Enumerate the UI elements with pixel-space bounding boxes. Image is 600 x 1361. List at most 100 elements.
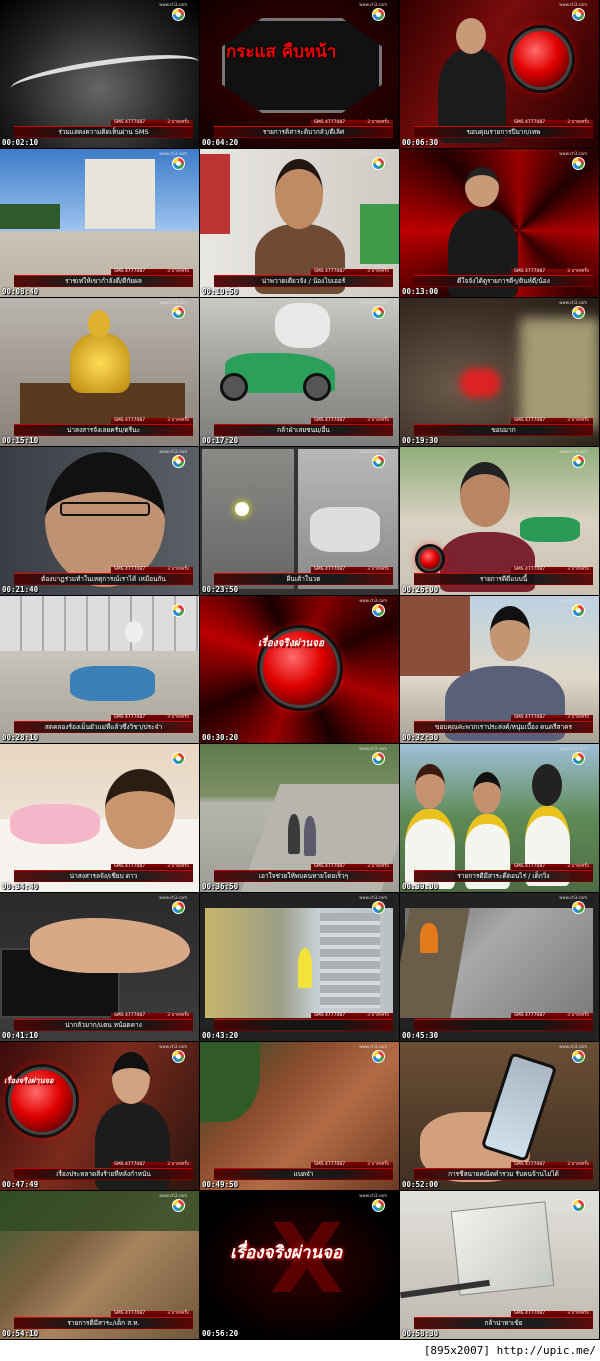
lower-third: SMS 4777087 3 บาท/ครั้ง ร่วมแสดงความคิดเห็… <box>14 119 193 140</box>
site-url: www.ch3.com <box>559 1044 587 1050</box>
timestamp: 00:47:49 <box>2 1180 39 1190</box>
viewer-comment-ticker: ร่วมแสดงความคิดเห็นผ่าน SMS <box>14 125 193 138</box>
timestamp: 00:08:40 <box>2 286 39 296</box>
video-thumbnail: www.ch3.com SMS 4777087 3 บาท/ครั้ง น่ากลัว… <box>0 893 200 1043</box>
video-thumbnail: www.ch3.com2013/09/11 14:16:37SMS 477708… <box>0 0 200 149</box>
timestamp: 00:49:50 <box>202 1180 239 1190</box>
channel-logo-icon <box>372 603 385 617</box>
channel-logo-icon <box>572 603 585 617</box>
channel-logo-icon <box>172 603 185 617</box>
site-url: www.ch3.com <box>559 1193 587 1199</box>
viewer-comment-ticker: รายการคิสาระดิบากลัว/ดีเลิศ <box>214 125 393 138</box>
viewer-comment-ticker: รายการดีมีสาระ/เด็ก ส.ห. <box>14 1317 193 1330</box>
viewer-comment-ticker: กล้าน่าหาเข้ย <box>414 1317 593 1330</box>
video-thumbnail: www.ch3.com SMS 4777087 3 บาท/ครั้ง 00:45:3… <box>400 893 600 1043</box>
lower-third: SMS 4777087 3 บาท/ครั้ง ราชเท่ให้เขากำลังด… <box>14 268 193 289</box>
viewer-comment-ticker: น่ากลัวมาก/แตน หน้อดคาง <box>14 1019 193 1032</box>
lower-third: SMS 4777087 3 บาท/ครั้ง รายการดีมีสาระดีตอ… <box>414 864 593 884</box>
timestamp: 00:06:30 <box>402 137 439 147</box>
thumbnail-grid: www.ch3.com2013/09/11 14:16:37SMS 477708… <box>0 0 600 1341</box>
viewer-comment-ticker: ขอบมาก <box>414 423 593 436</box>
lower-third: SMS 4777087 3 บาท/ครั้ง การชีลนายคณิตคำรวม… <box>414 1162 593 1182</box>
timestamp: 00:28:10 <box>2 733 39 743</box>
timestamp: 00:43:20 <box>202 1031 239 1041</box>
timestamp: 00:32:30 <box>402 733 439 743</box>
site-url: www.ch3.com <box>559 895 587 901</box>
channel-logo-icon <box>172 156 185 170</box>
lower-third: SMS 4777087 3 บาท/ครั้ง รายการคิสาระดิบากล… <box>214 119 393 140</box>
video-thumbnail: เรื่องจริงผ่านจอ www.ch3.com SMS 4777087 3… <box>0 1042 200 1192</box>
title-card-text: กระแส คืบหน้า <box>226 42 337 62</box>
lower-third: SMS 4777087 3 บาท/ครั้ง ผีนเต้าในวต <box>214 566 393 587</box>
video-thumbnail: www.ch3.com SMS 4777087 3 บาท/ครั้ง แบดจ๋า 0… <box>200 1042 400 1192</box>
timestamp: 00:54:10 <box>2 1329 39 1339</box>
timestamp: 00:56:20 <box>202 1329 239 1339</box>
viewer-comment-ticker: ผีนเต้าในวต <box>214 572 393 585</box>
channel-logo-icon <box>172 8 185 21</box>
video-thumbnail: www.ch3.com SMS 4777087 3 บาท/ครั้ง ผีนเต้า… <box>200 446 400 596</box>
timestamp: 00:15:10 <box>2 435 39 445</box>
timestamp: 00:21:40 <box>2 584 39 594</box>
site-url: www.ch3.com <box>159 448 187 454</box>
site-url: www.ch3.com <box>359 597 387 603</box>
timestamp: 00:39:00 <box>402 882 439 892</box>
viewer-comment-ticker: เอาใจช่วยให้พบคนหายโดยเร็วๆ <box>214 870 393 883</box>
video-thumbnail: www.ch3.com SMS 4777087 3 บาท/ครั้ง ขอบคุณค… <box>400 595 600 745</box>
viewer-comment-ticker: ราชเท่ให้เขากำลังดี/ดีกัยผล <box>14 274 193 287</box>
site-url: www.ch3.com <box>359 1044 387 1050</box>
site-url: www.ch3.com <box>359 448 387 454</box>
channel-logo-icon <box>372 8 385 21</box>
site-url: www.ch3.com <box>159 746 187 752</box>
site-url: www.ch3.com <box>359 746 387 752</box>
lower-third: SMS 4777087 3 บาท/ครั้ง เรื่องประหลาดสิ่งร… <box>14 1162 193 1182</box>
image-size-footer: [895x2007] http://upic.me/ <box>0 1340 600 1361</box>
video-thumbnail: www.ch3.com SMS 4777087 3 บาท/ครั้ง ดีใจจัง… <box>400 148 600 298</box>
channel-logo-icon <box>172 454 185 468</box>
lower-third: SMS 4777087 3 บาท/ครั้ง น่าสงสารลจัง/เชียบ… <box>14 864 193 884</box>
channel-logo-icon <box>572 305 585 319</box>
site-url: www.ch3.com <box>359 1193 387 1199</box>
lower-third: SMS 4777087 3 บาท/ครั้ง กล้าน่าหาเข้ย <box>414 1311 593 1331</box>
video-thumbnail: X เรื่องจริงผ่านจอ www.ch3.com 00:56:20 <box>200 1191 400 1341</box>
timestamp: 00:58:30 <box>402 1329 439 1339</box>
video-thumbnail: www.ch3.com SMS 4777087 3 บาท/ครั้ง น่าสงสา… <box>0 297 200 447</box>
timestamp: 00:02:10 <box>2 137 39 147</box>
lower-third: SMS 4777087 3 บาท/ครั้ง เอาใจช่วยให้พบคนหา… <box>214 864 393 884</box>
viewer-comment-ticker: สดคลองร้องเม็นยัวแม่ที่แล้วซึ่งวิชา/ประจ… <box>14 721 193 734</box>
channel-logo-icon <box>572 156 585 170</box>
site-url: www.ch3.com <box>359 2 387 7</box>
site-url: www.ch3.com <box>159 1193 187 1199</box>
video-thumbnail: www.ch3.com SMS 4777087 3 บาท/ครั้ง น่าพวาด… <box>200 148 400 298</box>
video-thumbnail: www.ch3.com SMS 4777087 3 บาท/ครั้ง 00:43:2… <box>200 893 400 1043</box>
show-logo-text: เรื่องจริงผ่านจอ <box>258 637 324 649</box>
site-url: www.ch3.com <box>559 746 587 752</box>
channel-logo-icon <box>572 454 585 468</box>
channel-logo-icon <box>372 156 385 170</box>
site-url: www.ch3.com <box>159 150 187 156</box>
channel-logo-icon <box>372 454 385 468</box>
viewer-comment-ticker: ขอบคุณค่ะพวกเราประสงค์/หนุ่มเบื้อง ดนตรี… <box>414 721 593 734</box>
timestamp: 00:34:40 <box>2 882 39 892</box>
timestamp: 00:45:30 <box>402 1031 439 1041</box>
viewer-comment-ticker <box>214 1019 393 1032</box>
video-thumbnail: www.ch3.com SMS 4777087 3 บาท/ครั้ง รายการด… <box>400 446 600 596</box>
timestamp: 00:36:50 <box>202 882 239 892</box>
channel-logo-icon <box>172 305 185 319</box>
viewer-comment-ticker: รายการดีมีสาระดีตอนไร่ / เด็กวิ่ง <box>414 870 593 883</box>
site-url: www.ch3.com <box>559 150 587 156</box>
viewer-comment-ticker: การชีลนายคณิตคำรวม รับคนจ้านไม่ได้ <box>414 1168 593 1181</box>
site-url: www.ch3.com <box>559 2 587 7</box>
channel-logo-icon <box>572 8 585 21</box>
lower-third: SMS 4777087 3 บาท/ครั้ง รายการดีดีแบบนี้ <box>414 566 593 587</box>
viewer-comment-ticker: น่าสงสารลจัง/เชียบ ดาว <box>14 870 193 883</box>
site-url: www.ch3.com <box>159 895 187 901</box>
viewer-comment-ticker: กล้าฝ่าเสยชนม/อื่น <box>214 423 393 436</box>
lower-third: SMS 4777087 3 บาท/ครั้ง กล้าฝ่าเสยชนม/อื่น <box>214 417 393 438</box>
video-thumbnail: www.ch3.com SMS 4777087 3 บาท/ครั้ง กล้าฝ่า… <box>200 297 400 447</box>
video-thumbnail: เรื่องจริงผ่านจอ www.ch3.com 00:30:20 <box>200 595 400 745</box>
viewer-comment-ticker: น่าสงสารจังเลยครับ/ตรีนะ <box>14 423 193 436</box>
viewer-comment-ticker: รายการดีดีแบบนี้ <box>414 572 593 585</box>
timestamp: 00:23:50 <box>202 584 239 594</box>
timestamp: 00:04:20 <box>202 137 239 147</box>
site-url: www.ch3.com <box>559 597 587 603</box>
